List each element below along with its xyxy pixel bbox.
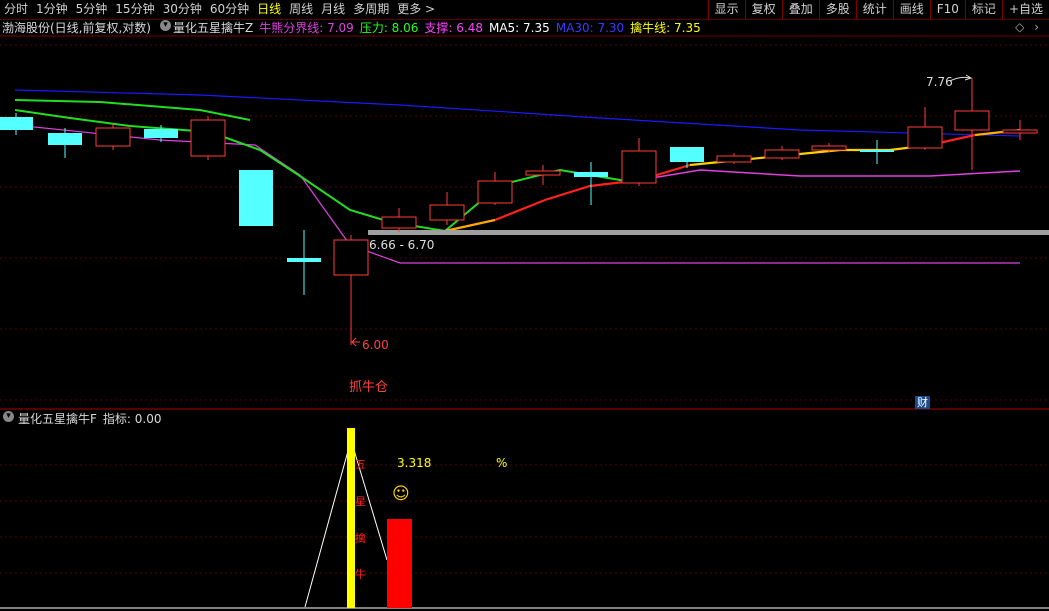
sub-indicator-info: ▾ 量化五星擒牛F 指标: 0.00 <box>0 411 161 427</box>
candle-body[interactable] <box>764 149 800 159</box>
candle-body[interactable] <box>621 150 657 184</box>
vertical-char-1: 五 <box>355 458 366 471</box>
candle-body[interactable] <box>287 258 321 262</box>
percent-sign-label: % <box>496 456 508 470</box>
red-signal-bar <box>387 519 412 608</box>
candle-body[interactable] <box>525 170 561 176</box>
candle-body[interactable] <box>333 239 369 276</box>
high-price-label: 7.76 <box>926 75 953 89</box>
candle-body[interactable] <box>860 150 894 152</box>
sub-indicator-value: 指标: 0.00 <box>102 412 162 426</box>
candle-body[interactable] <box>670 147 704 162</box>
candle-body[interactable] <box>0 117 33 130</box>
candle-body[interactable] <box>95 127 131 147</box>
buy-signal-label: 抓牛仓 <box>349 380 389 395</box>
candle-body[interactable] <box>381 216 417 229</box>
candle-body[interactable] <box>429 204 465 221</box>
candle-body[interactable] <box>48 133 82 145</box>
range-price-label: 6.66 - 6.70 <box>369 238 435 252</box>
candle-body[interactable] <box>811 145 847 151</box>
support-band <box>368 230 1049 235</box>
sub-indicator-toggle-icon[interactable]: ▾ <box>3 411 14 422</box>
candle-body[interactable] <box>716 155 752 163</box>
candle-body[interactable] <box>239 170 273 226</box>
candle-body[interactable] <box>907 126 943 149</box>
cai-badge[interactable]: 财 <box>915 396 930 409</box>
low-arrow <box>350 337 360 347</box>
smile-icon: ☺ <box>392 484 410 504</box>
candle-body[interactable] <box>1002 129 1038 134</box>
vertical-char-2: 星 <box>355 495 366 508</box>
candle-body[interactable] <box>190 119 226 157</box>
green-ma-line <box>14 99 251 121</box>
percent-value-label: 3.318 <box>397 456 432 470</box>
low-price-label: 6.00 <box>362 338 389 352</box>
sub-indicator-name[interactable]: 量化五星擒牛F <box>18 411 97 427</box>
support-line <box>14 124 1020 264</box>
candle-body[interactable] <box>477 180 513 204</box>
kline-chart-canvas[interactable] <box>0 0 1049 611</box>
yellow-signal-bar <box>347 428 355 608</box>
vertical-char-3: 擒 <box>355 532 366 545</box>
candle-body[interactable] <box>574 172 608 177</box>
vertical-char-4: 牛 <box>355 568 366 581</box>
bull-bear-line <box>639 169 1021 181</box>
candle-body[interactable] <box>954 110 990 131</box>
candle-body[interactable] <box>144 129 178 138</box>
